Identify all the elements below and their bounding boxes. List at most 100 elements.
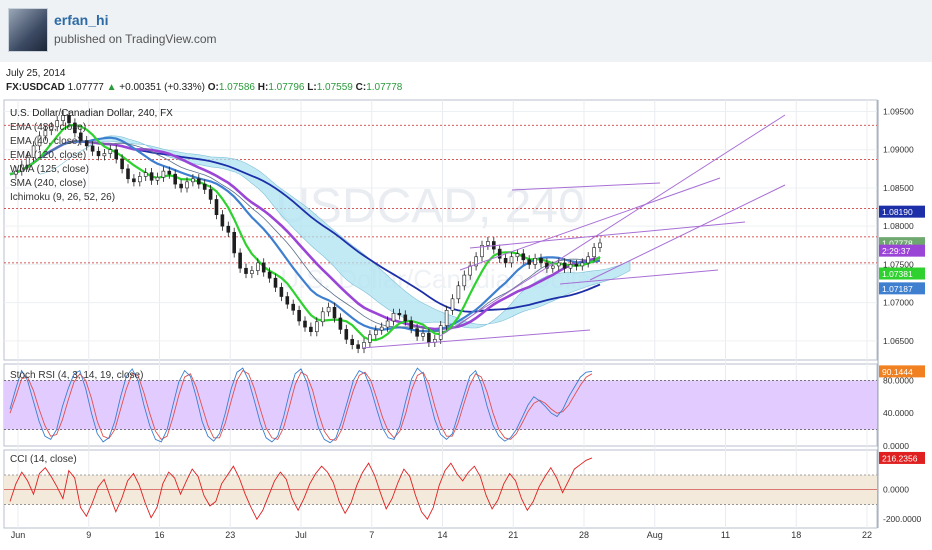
price-bar-body (521, 253, 526, 261)
price-bar-body (497, 248, 502, 259)
price-bar-body (214, 199, 219, 216)
price-bar-body (344, 329, 349, 340)
price-bar-body (220, 214, 225, 227)
price-bar-body (379, 326, 384, 331)
x-tick-label: 21 (508, 530, 518, 540)
price-bar-body (456, 285, 461, 300)
cci-tick-label: 0.0000 (883, 485, 909, 495)
price-bar-body (279, 287, 284, 297)
price-bar-body (84, 140, 89, 147)
price-label-text: 1.07381 (882, 269, 913, 279)
price-bar-body (120, 158, 124, 170)
stoch-tick-label: 40.0000 (883, 408, 914, 418)
x-tick-label: 23 (225, 530, 235, 540)
indicator-ema480[interactable]: EMA (480, close) (10, 122, 86, 133)
price-bar-body (515, 253, 520, 258)
cci-title[interactable]: CCI (14, close) (10, 454, 77, 465)
price-label-text: 1.07187 (882, 284, 913, 294)
price-bar-body (373, 329, 378, 336)
price-bar-body (421, 332, 425, 337)
price-bar-body (232, 231, 236, 254)
price-bar-body (149, 172, 154, 181)
price-bar-body (197, 178, 201, 185)
price-bar-body (332, 306, 337, 319)
price-bar-body (368, 334, 372, 343)
indicator-sma240[interactable]: SMA (240, close) (10, 178, 86, 189)
price-bar-body (562, 262, 567, 269)
price-bar-body (297, 309, 301, 322)
price-bar-body (527, 259, 532, 265)
price-bar-body (208, 189, 213, 200)
price-bar-body (255, 262, 260, 271)
indicator-wma125[interactable]: WMA (125, close) (10, 164, 89, 175)
price-bar-body (309, 326, 313, 333)
price-bar-body (155, 176, 160, 181)
x-tick-label: 28 (579, 530, 589, 540)
x-tick-label: 14 (437, 530, 447, 540)
cci-tick-label: -200.0000 (883, 514, 922, 524)
price-bar-body (598, 242, 602, 248)
price-bar-body (102, 153, 107, 157)
price-tick-label: 1.08500 (883, 183, 914, 193)
price-bar-body (509, 256, 514, 264)
cci-last-label: 216.2356 (882, 453, 918, 463)
price-bar-body (391, 313, 396, 322)
price-bar-body (326, 306, 331, 313)
price-bar-body (238, 252, 242, 269)
price-bar-body (167, 170, 172, 175)
chart-svg[interactable]: Jun 9 16 23 Jul 7 14 21 28 Aug 11 18 22USDCAD, 240U.… (0, 0, 932, 550)
price-bar-body (356, 344, 360, 349)
pane-title: U.S. Dollar/Canadian Dollar, 240, FX (10, 108, 173, 119)
price-bar-body (267, 271, 272, 279)
price-bar-body (143, 172, 148, 177)
x-tick-label: Jul (295, 530, 307, 540)
price-bar-body (503, 257, 508, 264)
price-bar-body (486, 241, 490, 246)
price-bar-body (438, 325, 443, 340)
x-tick-label: 9 (86, 530, 91, 540)
price-bar-body (533, 257, 537, 265)
price-bar-body (250, 270, 254, 274)
price-tick-label: 1.09000 (883, 145, 914, 155)
price-tick-label: 1.09500 (883, 106, 914, 116)
price-bar-body (409, 320, 414, 329)
price-tick-label: 1.08000 (883, 221, 914, 231)
price-bar-body (291, 303, 296, 311)
stoch-rsi-title[interactable]: Stoch RSI (4, 3, 14, 19, close) (10, 370, 143, 381)
x-tick-label: 18 (791, 530, 801, 540)
price-bar-body (90, 145, 95, 152)
x-tick-label: 11 (721, 530, 730, 540)
price-bar-body (273, 277, 278, 288)
indicator-ema40[interactable]: EMA (40, close) (10, 136, 81, 147)
price-bar-body (226, 225, 231, 233)
price-bar-body (580, 262, 585, 267)
price-bar-body (397, 313, 402, 316)
x-tick-label: 22 (862, 530, 872, 540)
price-label-text: 2:29:37 (882, 246, 911, 256)
price-bar-body (415, 328, 419, 337)
price-tick-label: 1.06500 (883, 336, 914, 346)
price-bar-body (586, 256, 591, 264)
price-bar-body (314, 321, 319, 333)
price-bar-body (108, 149, 113, 154)
indicator-ichimoku[interactable]: Ichimoku (9, 26, 52, 26) (10, 192, 115, 203)
price-bar-body (592, 247, 596, 258)
price-bar-body (539, 257, 543, 264)
price-bar-body (126, 168, 130, 180)
x-tick-label: Jun (11, 530, 26, 540)
price-bar-body (450, 298, 455, 311)
price-bar-body (574, 264, 579, 267)
stoch-band-fill (4, 380, 877, 430)
price-bar-body (303, 320, 307, 328)
indicator-ema120[interactable]: EMA (120, close) (10, 150, 86, 161)
x-tick-label: 7 (369, 530, 374, 540)
price-bar-body (114, 149, 118, 160)
price-bar-body (138, 176, 142, 183)
price-bar-body (550, 265, 555, 269)
price-bar-body (191, 178, 195, 183)
price-bar-body (161, 170, 166, 178)
price-bar-body (427, 332, 431, 343)
price-bar-body (261, 262, 266, 273)
price-tick-label: 1.07000 (883, 298, 914, 308)
price-bar-body (285, 296, 290, 305)
